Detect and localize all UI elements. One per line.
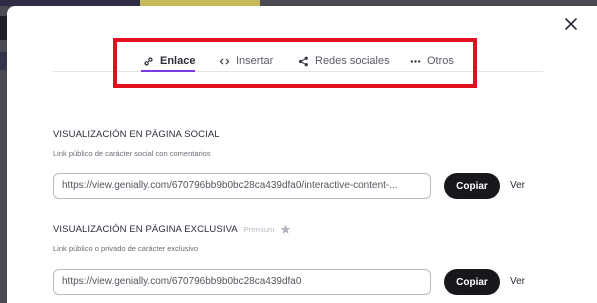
social-section-title: VISUALIZACIÓN EN PÁGINA SOCIAL xyxy=(53,129,220,140)
exclusive-title-text: VISUALIZACIÓN EN PÁGINA EXCLUSIVA xyxy=(53,224,238,235)
exclusive-url-field[interactable]: https://view.genially.com/670796bb9b0bc2… xyxy=(53,269,431,295)
star-icon xyxy=(281,224,291,234)
close-button[interactable] xyxy=(563,16,579,32)
tabs-highlight-box xyxy=(113,38,477,88)
background-fragment xyxy=(0,16,7,40)
social-section-subtitle: Link público de carácter social con come… xyxy=(53,149,211,158)
copy-exclusive-link-button[interactable]: Copiar xyxy=(444,269,500,295)
social-url-field[interactable]: https://view.genially.com/670796bb9b0bc2… xyxy=(53,173,431,199)
exclusive-section-subtitle: Link público o privado de carácter exclu… xyxy=(53,244,199,253)
background-fragment xyxy=(0,52,7,70)
view-exclusive-link[interactable]: Ver xyxy=(510,276,525,287)
close-icon xyxy=(565,18,577,30)
copy-social-link-button[interactable]: Copiar xyxy=(444,173,500,199)
premium-label: Premium xyxy=(243,225,275,234)
share-modal: Enlace Insertar Redes sociales Otros VIS… xyxy=(7,6,597,303)
exclusive-section-title: VISUALIZACIÓN EN PÁGINA EXCLUSIVA Premiu… xyxy=(53,224,291,235)
view-social-link[interactable]: Ver xyxy=(510,180,525,191)
